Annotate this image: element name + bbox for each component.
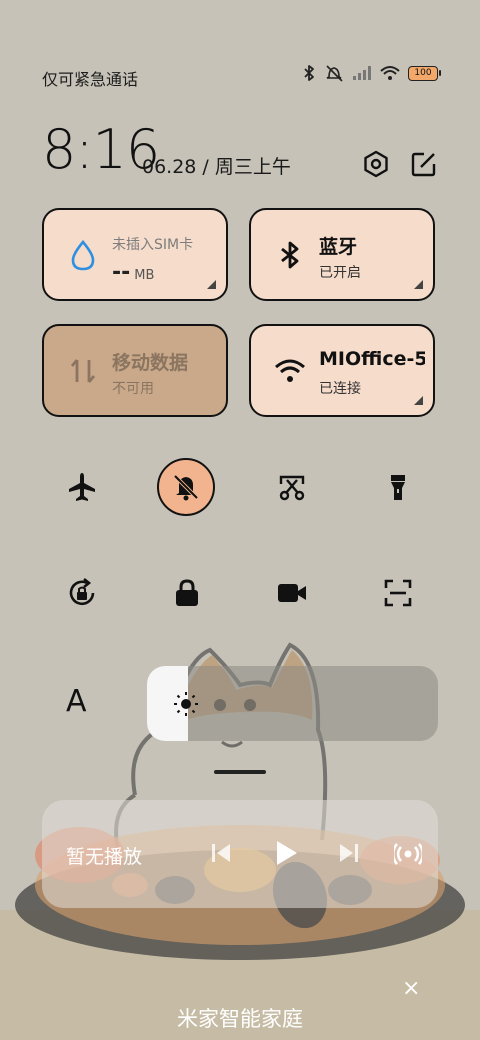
water-drop-icon bbox=[71, 239, 95, 271]
tile-wifi[interactable]: MIOffice-5 已连接 bbox=[249, 324, 435, 417]
wifi-title: MIOffice-5 bbox=[319, 348, 425, 370]
bluetooth-status: 已开启 bbox=[319, 265, 361, 281]
wifi-icon bbox=[275, 359, 305, 382]
settings-icon[interactable] bbox=[362, 150, 390, 178]
bluetooth-icon bbox=[281, 241, 299, 269]
tile-mobile-data[interactable]: 移动数据 不可用 bbox=[42, 324, 228, 417]
sim-usage: -- MB bbox=[112, 260, 154, 285]
brightness-slider[interactable] bbox=[147, 666, 438, 741]
date-text: 06.28 / 周三上午 bbox=[142, 156, 291, 178]
wifi-status: 已连接 bbox=[319, 381, 361, 397]
edit-icon[interactable] bbox=[410, 150, 438, 178]
sun-icon bbox=[174, 692, 198, 716]
screen-recorder-button[interactable] bbox=[267, 568, 317, 618]
expand-corner-icon bbox=[207, 280, 216, 289]
bell-off-icon bbox=[173, 474, 199, 501]
bluetooth-title: 蓝牙 bbox=[319, 236, 358, 258]
flashlight-button[interactable] bbox=[373, 462, 423, 512]
lock-icon bbox=[176, 579, 198, 606]
screenshot-button[interactable] bbox=[267, 462, 317, 512]
wifi-status-icon bbox=[380, 66, 400, 80]
signal-icon bbox=[353, 66, 371, 80]
airplane-mode-button[interactable] bbox=[57, 462, 107, 512]
battery-icon: 100 bbox=[408, 65, 441, 81]
expand-corner-icon bbox=[414, 396, 423, 405]
flashlight-icon bbox=[391, 475, 405, 500]
silent-mode-button[interactable] bbox=[157, 458, 215, 516]
carrier-text: 仅可紧急通话 bbox=[42, 70, 139, 89]
media-player-card[interactable]: 暂无播放 bbox=[42, 800, 438, 908]
font-size-icon[interactable]: A bbox=[66, 684, 87, 719]
drag-handle[interactable] bbox=[214, 770, 266, 774]
tile-bluetooth[interactable]: 蓝牙 已开启 bbox=[249, 208, 435, 301]
mute-status-icon bbox=[326, 65, 343, 82]
next-icon[interactable] bbox=[336, 840, 362, 866]
scan-icon bbox=[384, 579, 412, 607]
rotate-lock-icon bbox=[69, 577, 95, 606]
mobile-data-status: 不可用 bbox=[112, 381, 154, 397]
expand-corner-icon bbox=[414, 280, 423, 289]
mobile-data-icon bbox=[70, 359, 96, 383]
tile-data-usage[interactable]: 未插入SIM卡 -- MB bbox=[42, 208, 228, 301]
sim-title: 未插入SIM卡 bbox=[112, 237, 194, 253]
sim-value: -- bbox=[112, 260, 131, 285]
scissors-icon bbox=[279, 475, 305, 501]
lock-screen-button[interactable] bbox=[162, 568, 212, 618]
video-camera-icon bbox=[278, 584, 306, 602]
mijia-smart-home-label[interactable]: 米家智能家庭 bbox=[0, 1003, 480, 1033]
play-icon[interactable] bbox=[272, 838, 300, 868]
media-label: 暂无播放 bbox=[66, 846, 143, 868]
auto-rotate-button[interactable] bbox=[57, 568, 107, 618]
bluetooth-status-icon bbox=[304, 65, 314, 81]
cast-icon[interactable] bbox=[394, 840, 422, 868]
status-icons: 100 bbox=[302, 64, 441, 82]
mobile-data-title: 移动数据 bbox=[112, 352, 189, 374]
previous-icon[interactable] bbox=[208, 840, 234, 866]
sim-unit: MB bbox=[134, 268, 155, 283]
scanner-button[interactable] bbox=[373, 568, 423, 618]
close-icon[interactable]: × bbox=[402, 976, 420, 1001]
airplane-icon bbox=[69, 473, 95, 501]
